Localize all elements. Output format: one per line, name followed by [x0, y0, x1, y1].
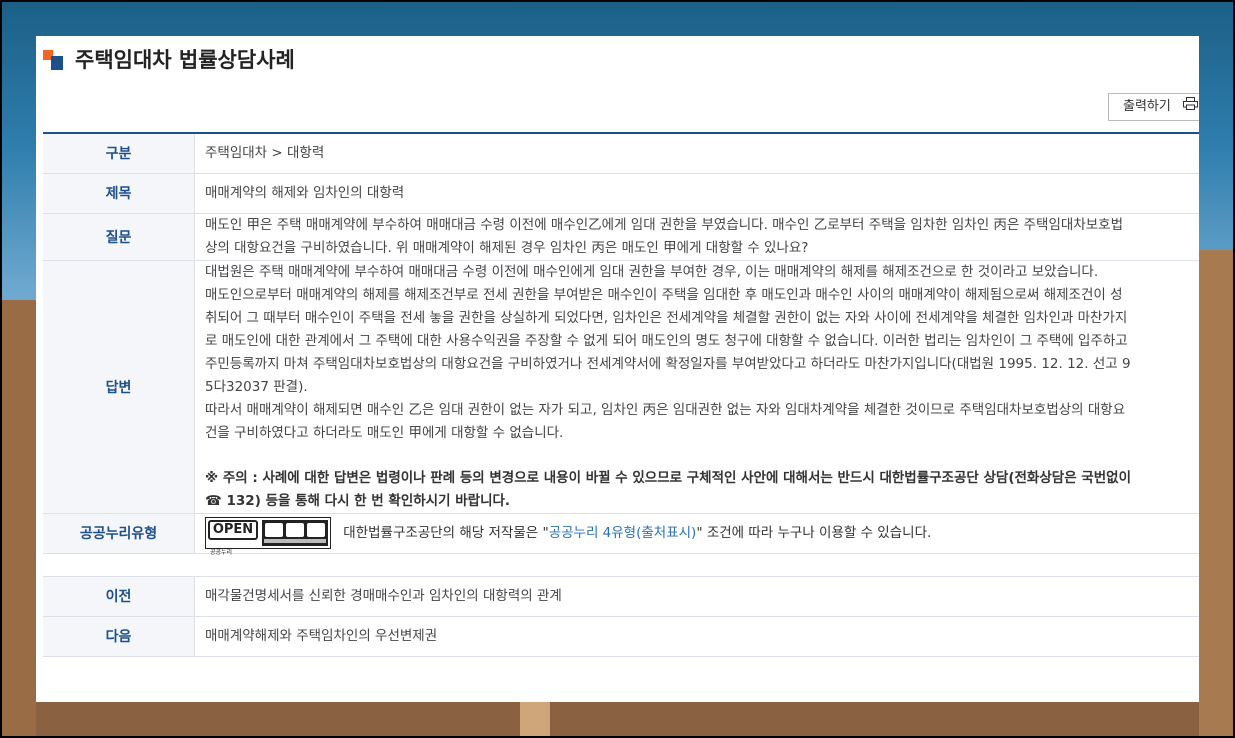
kogl-type4-badge-icon: OPEN 공공누리 — [205, 517, 331, 556]
category-value: 주택임대차 > 대항력 — [194, 133, 1199, 174]
answer-line: 5다32037 판결). — [205, 378, 308, 395]
license-text-before: 대한법률구조공단의 해당 저작물은 " — [343, 524, 549, 541]
subject-value: 매매계약의 해제와 임차인의 대항력 — [194, 173, 1199, 214]
subject-label: 제목 — [43, 173, 195, 214]
answer-line: 건을 구비하였다고 하더라도 매도인 甲에게 대항할 수 없습니다. — [205, 424, 564, 441]
answer-line: 따라서 매매계약이 해제되면 매수인 乙은 임대 권한이 없는 자가 되고, 임… — [205, 401, 1126, 418]
category-row: 구분 주택임대차 > 대항력 — [43, 133, 1199, 174]
answer-line: 취되어 그 때부터 매수인이 주택을 전세 놓을 권한을 상실하게 되었다면, … — [205, 309, 1128, 326]
print-button[interactable]: 출력하기 — [1108, 93, 1199, 121]
caution-note-line: ※ 주의 : 사례에 대한 답변은 법령이나 판례 등의 변경으로 내용이 바뀔… — [205, 469, 1131, 486]
question-label: 질문 — [43, 213, 195, 261]
background-beam-right — [1199, 250, 1235, 738]
license-body: OPEN 공공누리 대한법률구조공단의 해당 저작물은 "공공누리 4유형(출처… — [194, 513, 1199, 556]
background-ladder — [520, 702, 550, 738]
background-beam-left — [0, 300, 36, 738]
question-body: 매도인 甲은 주택 매매계약에 부수하여 매매대금 수령 이전에 매수인乙에게 … — [194, 213, 1199, 261]
prev-row[interactable]: 이전 매각물건명세서를 신뢰한 경매매수인과 임차인의 대항력의 관계 — [43, 576, 1199, 617]
prev-label: 이전 — [43, 576, 195, 617]
case-table: 구분 주택임대차 > 대항력 제목 매매계약의 해제와 임차인의 대항력 질문 … — [43, 132, 1199, 657]
next-row[interactable]: 다음 매매계약해제와 주택임차인의 우선변제권 — [43, 616, 1199, 657]
subject-row: 제목 매매계약의 해제와 임차인의 대항력 — [43, 173, 1199, 214]
question-row: 질문 매도인 甲은 주택 매매계약에 부수하여 매매대금 수령 이전에 매수인乙… — [43, 213, 1199, 261]
license-row: 공공누리유형 OPEN 공공누리 대한법률구조공단의 해당 저작물은 "공공누리… — [43, 513, 1199, 556]
kogl-open-text: OPEN — [208, 520, 258, 540]
answer-body: 대법원은 주택 매매계약에 부수하여 매매대금 수령 이전에 매수인에게 임대 … — [194, 260, 1199, 514]
answer-label: 답변 — [43, 260, 195, 514]
answer-line: 대법원은 주택 매매계약에 부수하여 매매대금 수령 이전에 매수인에게 임대 … — [205, 263, 1099, 280]
background-floor — [36, 702, 1199, 738]
license-text: 대한법률구조공단의 해당 저작물은 "공공누리 4유형(출처표시)" 조건에 따… — [343, 525, 931, 541]
category-label: 구분 — [43, 133, 195, 174]
license-text-after: " 조건에 따라 누구나 이용할 수 있습니다. — [696, 524, 932, 541]
print-button-label: 출력하기 — [1123, 99, 1171, 114]
question-line: 상의 대항요건을 구비하였습니다. 위 매매계약이 해제된 경우 임차인 丙은 … — [205, 239, 809, 256]
kogl-sub-text: 공공누리 — [210, 549, 233, 556]
answer-row: 답변 대법원은 주택 매매계약에 부수하여 매매대금 수령 이전에 매수인에게 … — [43, 260, 1199, 514]
kogl-type-link[interactable]: 공공누리 4유형(출처표시) — [549, 525, 697, 541]
content-panel: 주택임대차 법률상담사례 출력하기 구분 주택임대차 > 대항력 제목 매매계약… — [36, 36, 1199, 702]
printer-icon — [1182, 94, 1198, 120]
answer-line: 주민등록까지 마쳐 주택임대차보호법상의 대항요건을 구비하였거나 전세계약서에… — [205, 355, 1131, 372]
caution-note-line: ☎ 132) 등을 통해 다시 한 번 확인하시기 바랍니다. — [205, 492, 511, 509]
kogl-condition-icons — [262, 520, 328, 546]
answer-line: 매도인으로부터 매매계약의 해제를 해제조건부로 전세 권한을 부여받은 매수인… — [205, 286, 1123, 303]
page-title: 주택임대차 법률상담사례 — [75, 48, 295, 72]
question-line: 매도인 甲은 주택 매매계약에 부수하여 매매대금 수령 이전에 매수인乙에게 … — [205, 216, 1123, 233]
prev-link[interactable]: 매각물건명세서를 신뢰한 경매매수인과 임차인의 대항력의 관계 — [194, 576, 1199, 617]
title-mark-icon — [43, 50, 63, 70]
answer-line: 로 매도인에 대한 관계에서 그 주택에 대한 사용수익권을 주장할 수 없게 … — [205, 332, 1128, 349]
next-label: 다음 — [43, 616, 195, 657]
next-link[interactable]: 매매계약해제와 주택임차인의 우선변제권 — [194, 616, 1199, 657]
license-label: 공공누리유형 — [43, 513, 195, 554]
